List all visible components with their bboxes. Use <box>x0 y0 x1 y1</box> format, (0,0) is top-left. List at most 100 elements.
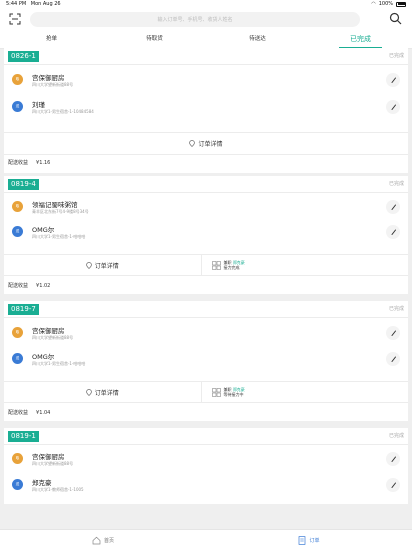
location-icon <box>189 139 196 147</box>
order-card[interactable]: 0819-1 已完成 取 宫保御厨房 四川大学望新街道88号 送 郑克豪 四川大… <box>4 428 408 504</box>
pickup-name: 领福记蜀味粥馆 <box>32 201 78 209</box>
phone-icon[interactable] <box>386 100 400 114</box>
grid-icon <box>211 260 221 270</box>
delivery-badge: 送 <box>12 479 23 490</box>
status-bar: 5:44 PM Mon Aug 26 ◠ 100% <box>0 0 412 8</box>
order-detail-label: 订单详情 <box>198 140 223 148</box>
scan-icon[interactable] <box>9 13 21 25</box>
phone-icon[interactable] <box>386 73 400 87</box>
rider-status: 等待接力中 <box>223 392 244 397</box>
tab-grab[interactable]: 抢单 <box>0 32 103 48</box>
pickup-address: 四川大学望新街道88号 <box>32 461 74 466</box>
pickup-row: 取 宫保御厨房 四川大学望新街道88号 <box>4 450 408 476</box>
order-card[interactable]: 0819-4 已完成 取 领福记蜀味粥馆 青羊区北东街7号4-9楼8号34号 送… <box>4 176 408 294</box>
delivery-badge: 送 <box>12 101 23 112</box>
location-icon <box>85 388 92 396</box>
status-left: 5:44 PM Mon Aug 26 <box>6 1 61 7</box>
phone-icon[interactable] <box>386 478 400 492</box>
earnings: 配送收益 ¥1.04 <box>8 409 50 416</box>
pickup-name: 宫保御厨房 <box>32 327 65 335</box>
battery-percent: 100% <box>378 1 393 7</box>
pickup-name: 宫保御厨房 <box>32 453 65 461</box>
divider <box>4 275 408 276</box>
status-date: Mon Aug 26 <box>30 1 61 7</box>
order-actions: 订单详情 兼职 郑克豪 等待接力中 <box>4 382 408 402</box>
pickup-address: 四川大学望新街道88号 <box>32 335 74 340</box>
divider <box>4 154 408 155</box>
earnings-value: ¥1.04 <box>36 410 51 416</box>
nav-orders[interactable]: 订单 <box>206 530 412 550</box>
tab-completed[interactable]: 已完成 <box>309 32 412 48</box>
rider-info[interactable]: 兼职 郑克豪 接力完成 <box>200 255 409 275</box>
phone-icon[interactable] <box>386 326 400 340</box>
search-icon[interactable] <box>389 12 402 25</box>
nav-orders-label: 订单 <box>309 537 320 544</box>
earnings-label: 配送收益 <box>8 410 29 416</box>
pickup-name: 宫保御厨房 <box>32 74 65 82</box>
delivery-address: 四川大学1-男生宿舍-1-10484584 <box>32 109 94 114</box>
divider <box>4 64 408 65</box>
earnings: 配送收益 ¥1.02 <box>8 282 50 289</box>
delivery-row: 送 郑克豪 四川大学1-教师宿舍-1-1005 <box>4 476 408 502</box>
order-status: 已完成 <box>388 181 404 187</box>
grid-icon <box>211 387 221 397</box>
order-tabs: 抢单 待取货 待送达 已完成 <box>0 32 412 49</box>
phone-icon[interactable] <box>386 352 400 366</box>
pickup-badge: 取 <box>12 327 23 338</box>
order-detail-button[interactable]: 订单详情 <box>4 133 408 153</box>
order-icon <box>299 535 306 545</box>
pickup-badge: 取 <box>12 201 23 212</box>
pickup-address: 青羊区北东街7号4-9楼8号34号 <box>32 209 89 214</box>
phone-icon[interactable] <box>386 225 400 239</box>
delivery-row: 送 刘瑾 四川大学1-男生宿舍-1-10484584 <box>4 98 408 124</box>
rider-info[interactable]: 兼职 郑克豪 等待接力中 <box>200 382 409 402</box>
order-status: 已完成 <box>388 53 404 59</box>
earnings-value: ¥1.16 <box>36 160 51 166</box>
order-code: 0819-1 <box>8 431 39 442</box>
delivery-badge: 送 <box>12 226 23 237</box>
delivery-address: 四川大学1-教师宿舍-1-1005 <box>32 487 84 492</box>
search-input[interactable]: 输入订单号、手机号、收货人姓名 <box>30 12 360 27</box>
order-status: 已完成 <box>388 306 404 312</box>
rider-status: 接力完成 <box>223 265 240 270</box>
rider-text: 兼职 郑克豪 接力完成 <box>224 260 245 270</box>
tab-to-pickup[interactable]: 待取货 <box>103 32 206 48</box>
status-time: 5:44 PM <box>6 1 27 7</box>
pickup-badge: 取 <box>12 453 23 464</box>
earnings-value: ¥1.02 <box>36 283 51 289</box>
pickup-row: 取 宫保御厨房 四川大学望新街道88号 <box>4 324 408 350</box>
order-code: 0826-1 <box>8 51 39 62</box>
phone-icon[interactable] <box>386 200 400 214</box>
divider <box>4 444 408 445</box>
order-code: 0819-4 <box>8 179 39 190</box>
order-detail-label: 订单详情 <box>94 389 119 397</box>
pickup-row: 取 宫保御厨房 四川大学望新街道88号 <box>4 71 408 97</box>
rider-text: 兼职 郑克豪 等待接力中 <box>224 387 245 397</box>
tab-to-deliver[interactable]: 待送达 <box>206 32 309 48</box>
order-code: 0819-7 <box>8 304 39 315</box>
wifi-icon: ◠ <box>371 1 376 7</box>
delivery-name: 郑克豪 <box>32 479 52 487</box>
battery-icon <box>396 1 406 7</box>
delivery-row: 送 OMG尔 四川大学1-男生宿舍-1-哈哈哈 <box>4 223 408 249</box>
order-detail-button[interactable]: 订单详情 <box>4 255 201 275</box>
location-icon <box>85 261 92 269</box>
pickup-row: 取 领福记蜀味粥馆 青羊区北东街7号4-9楼8号34号 <box>4 198 408 224</box>
earnings-label: 配送收益 <box>8 283 29 289</box>
order-card[interactable]: 0819-7 已完成 取 宫保御厨房 四川大学望新街道88号 送 OMG尔 四川… <box>4 301 408 421</box>
status-right: ◠ 100% <box>371 1 406 7</box>
delivery-row: 送 OMG尔 四川大学1-男生宿舍-1-哈哈哈 <box>4 350 408 376</box>
divider <box>4 317 408 318</box>
search-placeholder: 输入订单号、手机号、收货人姓名 <box>157 17 233 23</box>
order-status: 已完成 <box>388 433 404 439</box>
nav-home[interactable]: 首页 <box>0 530 206 550</box>
header: 输入订单号、手机号、收货人姓名 抢单 待取货 待送达 已完成 <box>0 8 412 49</box>
order-card[interactable]: 0826-1 已完成 取 宫保御厨房 四川大学望新街道88号 送 刘瑾 四川大学… <box>4 48 408 173</box>
earnings-label: 配送收益 <box>8 160 29 166</box>
earnings: 配送收益 ¥1.16 <box>8 159 50 166</box>
delivery-badge: 送 <box>12 353 23 364</box>
nav-home-label: 首页 <box>103 537 114 544</box>
delivery-name: 刘瑾 <box>32 101 45 109</box>
phone-icon[interactable] <box>386 452 400 466</box>
order-detail-button[interactable]: 订单详情 <box>4 382 201 402</box>
